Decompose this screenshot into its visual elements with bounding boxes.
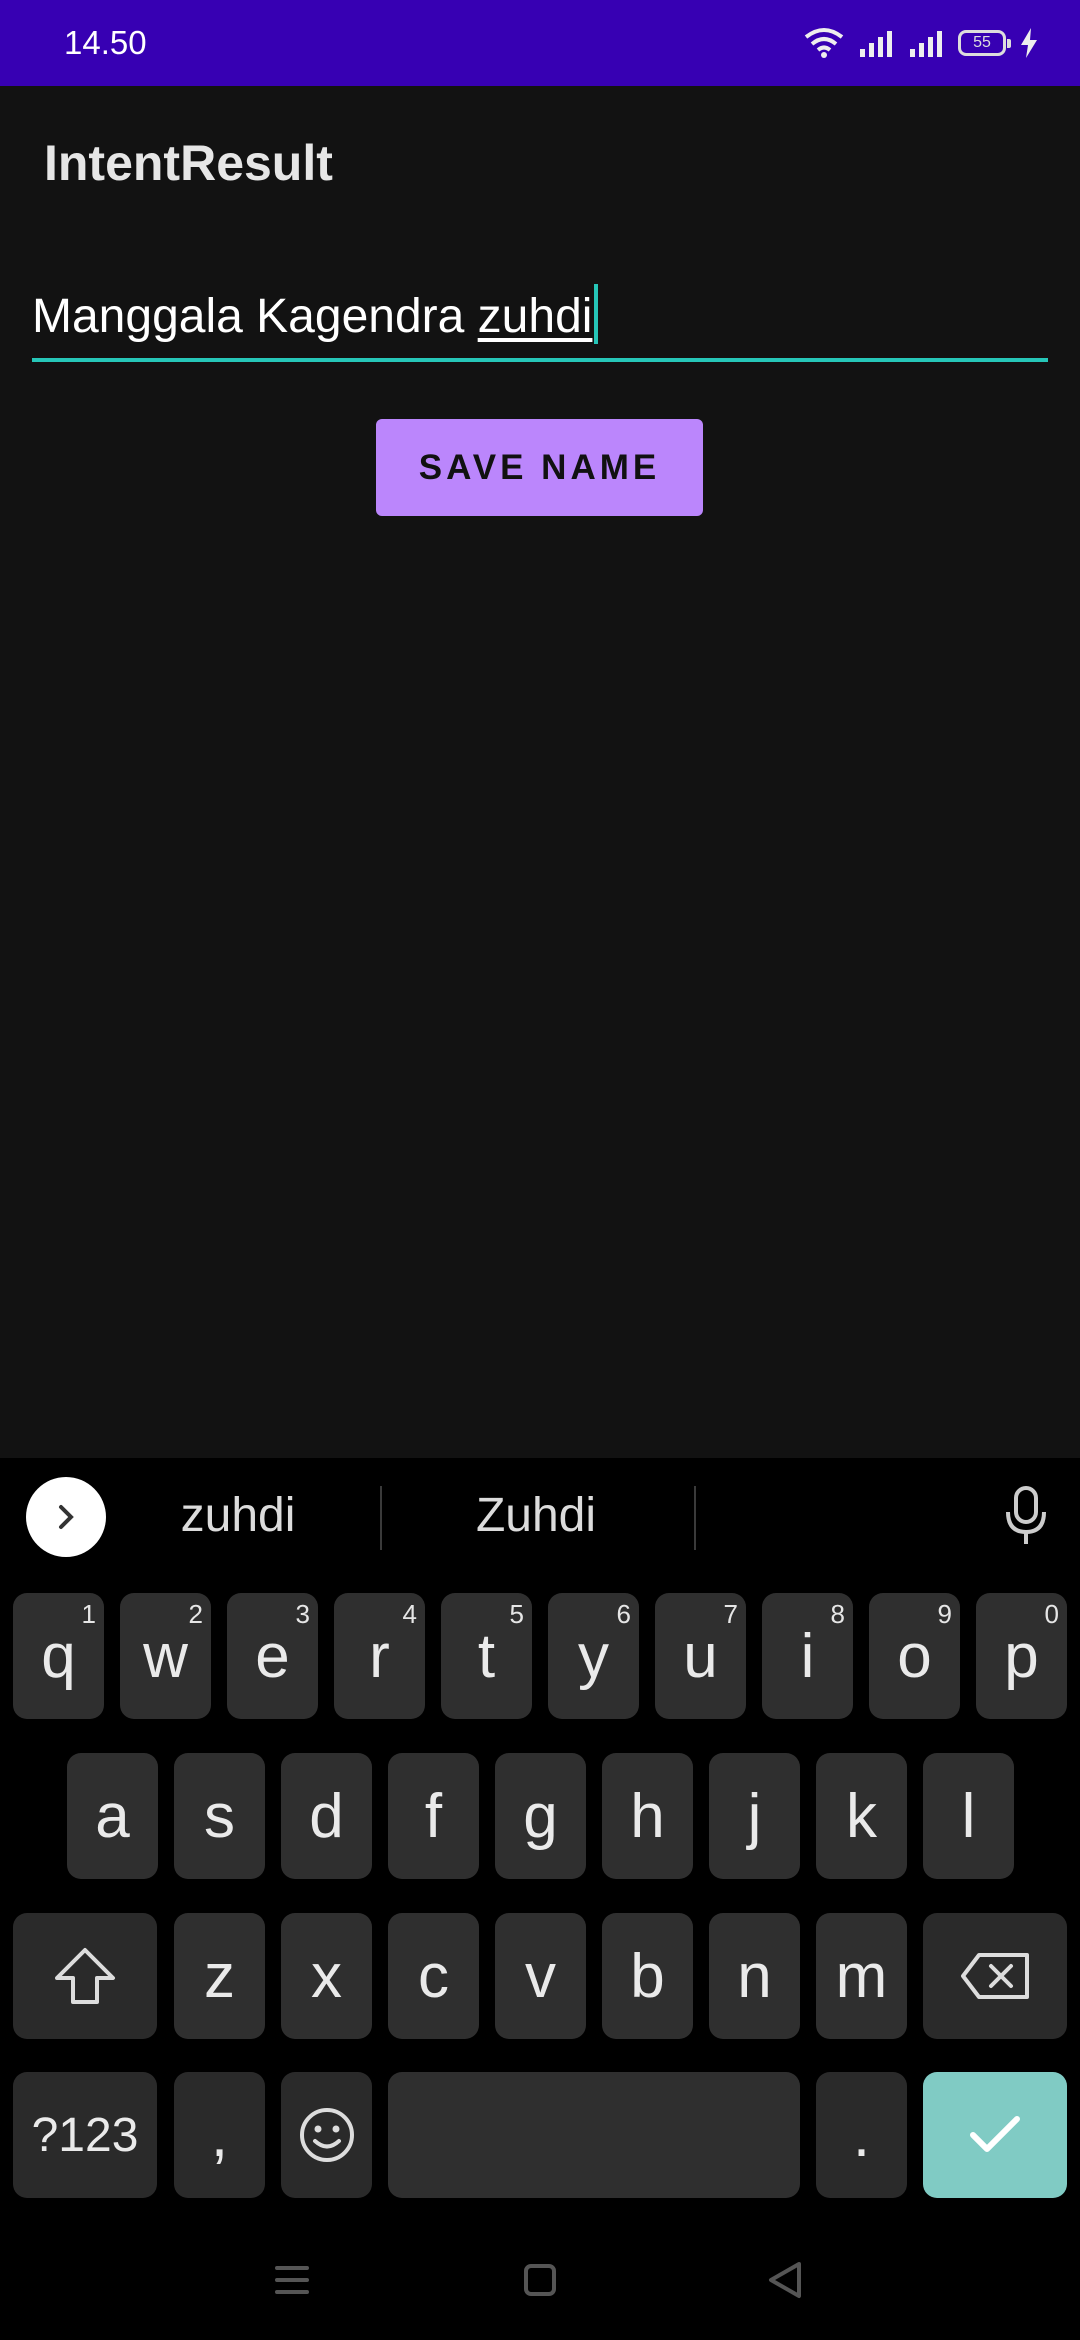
suggestion-bar: zuhdi Zuhdi <box>0 1458 1080 1576</box>
key-hint: 0 <box>1044 1599 1059 1629</box>
composing-word: zuhdi <box>477 290 593 343</box>
suggestion-item[interactable]: Zuhdi <box>386 1488 686 1543</box>
key-a[interactable]: a <box>67 1753 158 1879</box>
key-e[interactable]: e3 <box>227 1593 318 1719</box>
key-label: y <box>578 1621 609 1691</box>
key-hint: 1 <box>81 1599 96 1629</box>
key-label: i <box>800 1621 815 1691</box>
app-title: IntentResult <box>44 135 333 191</box>
key-m[interactable]: m <box>816 1913 907 2039</box>
signal-icon <box>860 31 892 57</box>
key-hint: 6 <box>616 1599 631 1629</box>
key-r[interactable]: r4 <box>334 1593 425 1719</box>
key-label: t <box>477 1621 496 1691</box>
menu-icon[interactable] <box>273 2262 311 2298</box>
key-label: r <box>369 1621 390 1691</box>
emoji-icon <box>299 2108 354 2162</box>
key-d[interactable]: d <box>281 1753 372 1879</box>
space-key[interactable] <box>388 2072 800 2198</box>
key-label: p <box>1004 1621 1039 1691</box>
back-icon[interactable] <box>765 2260 805 2300</box>
suggestion-item[interactable]: zuhdi <box>88 1488 388 1543</box>
navigation-bar <box>0 2220 1080 2340</box>
mic-icon[interactable] <box>1002 1484 1050 1548</box>
key-label: q <box>41 1621 76 1691</box>
key-u[interactable]: u7 <box>655 1593 746 1719</box>
key-t[interactable]: t5 <box>441 1593 532 1719</box>
key-v[interactable]: v <box>495 1913 586 2039</box>
backspace-icon <box>961 1953 1029 1999</box>
period-key[interactable]: . <box>816 2072 907 2198</box>
key-n[interactable]: n <box>709 1913 800 2039</box>
key-i[interactable]: i8 <box>762 1593 853 1719</box>
signal-icon <box>910 31 942 57</box>
key-hint: 3 <box>295 1599 310 1629</box>
soft-keyboard: zuhdi Zuhdi q1 w2 e3 r4 t5 y6 u7 i8 o9 p… <box>0 1458 1080 2340</box>
save-name-button[interactable]: SAVE NAME <box>376 419 703 516</box>
check-icon <box>970 2116 1020 2152</box>
key-hint: 5 <box>509 1599 524 1629</box>
key-hint: 4 <box>402 1599 417 1629</box>
key-label: u <box>683 1621 718 1691</box>
status-icons: 55 <box>804 27 1038 59</box>
key-w[interactable]: w2 <box>120 1593 211 1719</box>
key-hint: 2 <box>188 1599 203 1629</box>
wifi-icon <box>804 28 844 58</box>
symbols-key[interactable]: ?123 <box>13 2072 157 2198</box>
enter-key[interactable] <box>923 2072 1067 2198</box>
comma-key[interactable]: , <box>174 2072 265 2198</box>
key-hint: 7 <box>723 1599 738 1629</box>
emoji-key[interactable] <box>281 2072 372 2198</box>
key-x[interactable]: x <box>281 1913 372 2039</box>
suggestion-divider <box>694 1486 696 1550</box>
battery-icon: 55 <box>958 30 1011 56</box>
key-f[interactable]: f <box>388 1753 479 1879</box>
key-s[interactable]: s <box>174 1753 265 1879</box>
key-y[interactable]: y6 <box>548 1593 639 1719</box>
name-input[interactable]: Manggala Kagendra zuhdi <box>32 280 1048 362</box>
shift-icon <box>55 1948 115 2004</box>
key-k[interactable]: k <box>816 1753 907 1879</box>
key-label: o <box>897 1621 932 1691</box>
key-l[interactable]: l <box>923 1753 1014 1879</box>
charging-icon <box>1021 28 1037 58</box>
key-h[interactable]: h <box>602 1753 693 1879</box>
key-label: w <box>143 1621 188 1691</box>
backspace-key[interactable] <box>923 1913 1067 2039</box>
suggestion-divider <box>380 1486 382 1550</box>
key-c[interactable]: c <box>388 1913 479 2039</box>
status-time: 14.50 <box>64 24 147 61</box>
home-icon[interactable] <box>522 2262 558 2298</box>
battery-level: 55 <box>973 34 991 51</box>
input-text: Manggala Kagendra <box>32 290 478 343</box>
key-hint: 8 <box>830 1599 845 1629</box>
key-p[interactable]: p0 <box>976 1593 1067 1719</box>
key-b[interactable]: b <box>602 1913 693 2039</box>
status-bar: 14.50 55 <box>0 0 1080 86</box>
key-g[interactable]: g <box>495 1753 586 1879</box>
text-cursor <box>594 284 599 344</box>
key-label: e <box>255 1621 290 1691</box>
key-q[interactable]: q1 <box>13 1593 104 1719</box>
key-z[interactable]: z <box>174 1913 265 2039</box>
key-hint: 9 <box>937 1599 952 1629</box>
shift-key[interactable] <box>13 1913 157 2039</box>
key-o[interactable]: o9 <box>869 1593 960 1719</box>
key-j[interactable]: j <box>709 1753 800 1879</box>
